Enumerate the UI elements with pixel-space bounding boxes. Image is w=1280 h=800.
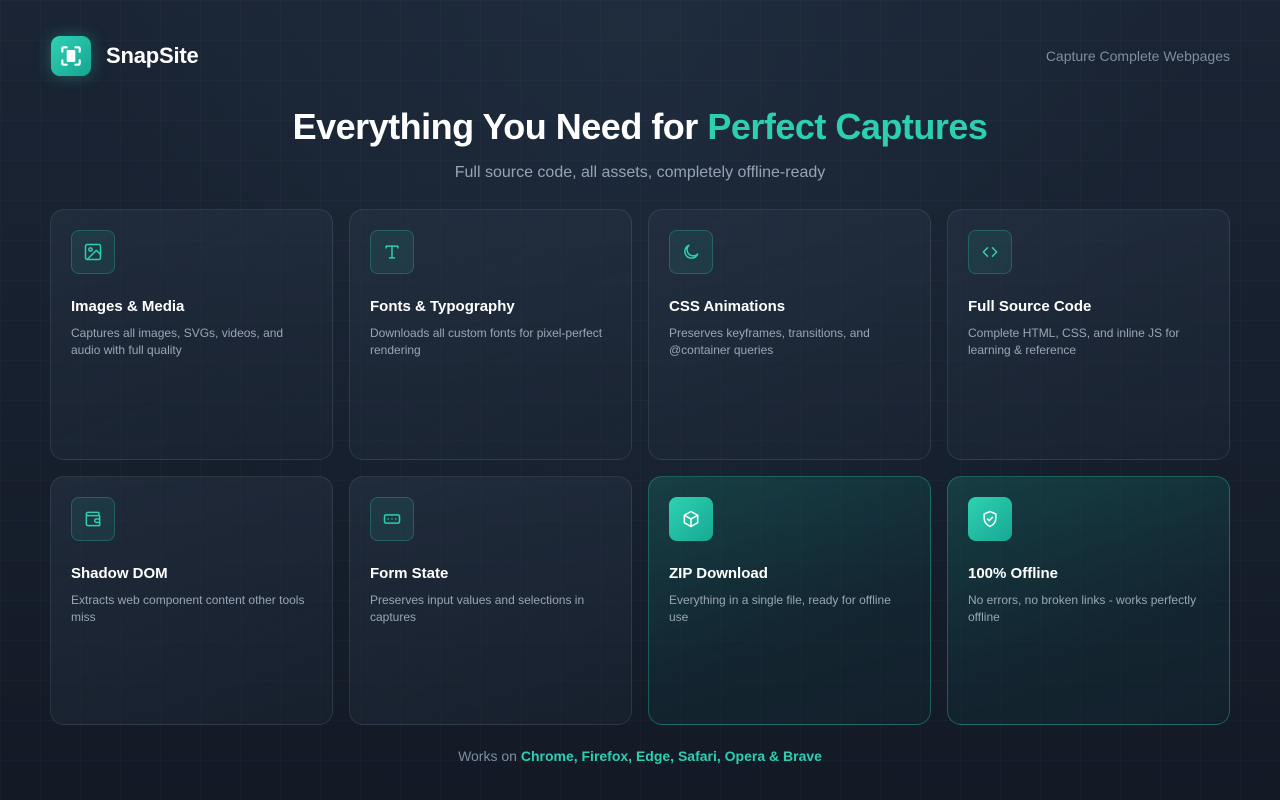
image-icon: [71, 230, 115, 274]
feature-card-offline: 100% Offline No errors, no broken links …: [947, 476, 1230, 725]
browser-list: Chrome, Firefox, Edge, Safari, Opera & B…: [520, 748, 822, 764]
type-icon: [370, 230, 414, 274]
feature-title: ZIP Download: [669, 565, 768, 582]
page-title-main: Everything You Need for: [292, 106, 708, 147]
header-tagline: Capture Complete Webpages: [1045, 48, 1230, 64]
hero: Everything You Need for Perfect Captures…: [0, 106, 1280, 182]
moon-icon: [669, 230, 713, 274]
feature-description: Preserves input values and selections in…: [370, 593, 585, 624]
feature-description: Extracts web component content other too…: [71, 593, 305, 624]
brand-name: SnapSite: [106, 43, 199, 68]
feature-card-full-source-code: Full Source Code Complete HTML, CSS, and…: [947, 209, 1230, 460]
shield-check-icon: [968, 497, 1012, 541]
logo-icon: [51, 36, 91, 76]
browser-support-prefix: Works on: [458, 748, 521, 764]
feature-card-zip-download: ZIP Download Everything in a single file…: [648, 476, 931, 725]
feature-card-css-animations: CSS Animations Preserves keyframes, tran…: [648, 209, 931, 460]
input-icon: [370, 497, 414, 541]
feature-description: No errors, no broken links - works perfe…: [968, 593, 1197, 624]
feature-title: Form State: [370, 565, 449, 582]
feature-card-form-state: Form State Preserves input values and se…: [349, 476, 632, 725]
wallet-icon: [71, 497, 115, 541]
feature-description: Complete HTML, CSS, and inline JS for le…: [968, 326, 1180, 357]
header: SnapSite Capture Complete Webpages: [51, 36, 1230, 76]
feature-title: 100% Offline: [968, 565, 1059, 582]
feature-description: Downloads all custom fonts for pixel-per…: [370, 326, 603, 357]
feature-description: Captures all images, SVGs, videos, and a…: [71, 326, 284, 357]
package-icon: [669, 497, 713, 541]
code-icon: [968, 230, 1012, 274]
feature-title: Images & Media: [71, 298, 185, 315]
feature-title: Shadow DOM: [71, 565, 168, 582]
feature-description: Everything in a single file, ready for o…: [669, 593, 891, 624]
feature-grid: Images & Media Captures all images, SVGs…: [50, 209, 1230, 725]
brand[interactable]: SnapSite: [51, 36, 199, 76]
feature-title: Fonts & Typography: [370, 298, 515, 315]
feature-card-shadow-dom: Shadow DOM Extracts web component conten…: [50, 476, 333, 725]
feature-description: Preserves keyframes, transitions, and @c…: [669, 326, 870, 357]
browser-support-note: Works on Chrome, Firefox, Edge, Safari, …: [0, 748, 1280, 764]
feature-title: CSS Animations: [669, 298, 786, 315]
page-title: Everything You Need for Perfect Captures: [0, 106, 1280, 148]
feature-title: Full Source Code: [968, 298, 1092, 315]
feature-card-fonts-typography: Fonts & Typography Downloads all custom …: [349, 209, 632, 460]
feature-card-images-media: Images & Media Captures all images, SVGs…: [50, 209, 333, 460]
page-title-accent: Perfect Captures: [707, 106, 988, 147]
page-subtitle: Full source code, all assets, completely…: [454, 164, 826, 181]
